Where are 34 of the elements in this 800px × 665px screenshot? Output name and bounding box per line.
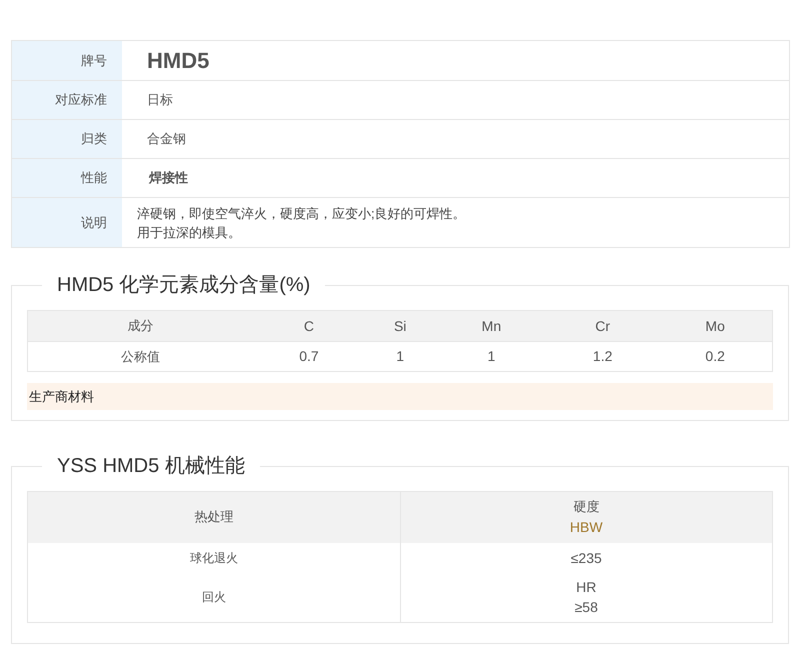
note-bar: 生产商材料 [27,383,773,410]
header-cell: Mn [436,310,547,342]
label-cell: 说明 [12,198,122,247]
section-title: YSS HMD5 机械性能 [56,454,246,479]
property-text: 焊接性 [148,169,188,188]
hardness-value: HR [576,578,596,598]
hardness-value: ≤235 [570,548,602,568]
header-cell: Si [364,310,436,342]
header-text: 热处理 [194,508,234,526]
unit-text: HBW [570,518,603,538]
table-cell: 公称值 [28,342,254,372]
description-text: 用于拉深的模具。 [137,224,242,242]
hardness-value: ≥58 [574,598,598,618]
value-text: 合金钢 [147,130,186,148]
table-cell: 球化退火 [28,542,400,572]
table-cell: 1 [364,342,436,372]
value-text: 日标 [147,91,173,110]
header-cell: Cr [547,310,658,342]
table-cell: 1 [436,342,547,372]
label-cell: 对应标准 [12,81,122,119]
label-cell: 性能 [12,159,122,197]
header-cell: Mo [658,310,772,342]
header-cell: 成分 [28,310,254,342]
table-cell: 回火 [28,572,400,622]
table-cell: 0.2 [658,342,772,372]
table-cell: 0.7 [253,342,365,372]
header-text: 硬度 [573,498,600,516]
label-cell: 归类 [12,120,122,158]
header-cell: C [253,310,365,342]
description-text: 淬硬钢，即使空气淬火，硬度高，应变小;良好的可焊性。 [137,204,466,222]
table-cell: 1.2 [547,342,658,372]
label-cell: 牌号 [12,41,122,80]
grade-title: HMD5 [147,47,210,75]
section-title: HMD5 化学元素成分含量(%) [56,273,312,298]
